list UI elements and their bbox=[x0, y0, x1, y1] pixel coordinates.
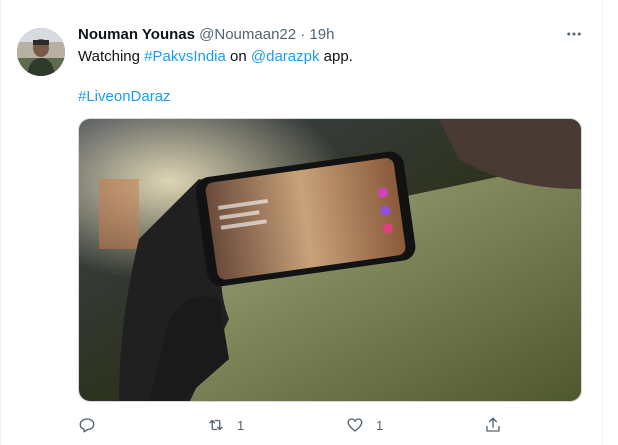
tweet-text-line2: #LiveonDaraz bbox=[78, 87, 171, 107]
tweet-text-line1: Watching #PakvsIndia on @darazpk app. bbox=[78, 47, 353, 67]
like-button[interactable]: 1 bbox=[346, 413, 383, 437]
author-handle[interactable]: @Noumaan22 bbox=[199, 26, 296, 43]
more-icon[interactable] bbox=[562, 22, 586, 46]
heart-icon bbox=[347, 418, 363, 432]
tweet-actions: 1 1 bbox=[78, 413, 508, 437]
tweet-text-before: Watching bbox=[78, 48, 145, 65]
hashtag-pakvsindia[interactable]: #PakvsIndia bbox=[144, 48, 226, 65]
tweet-text-mid: on bbox=[225, 48, 251, 65]
reply-icon bbox=[79, 418, 95, 433]
retweet-icon bbox=[209, 419, 223, 431]
separator-dot: · bbox=[300, 26, 306, 43]
tweet-header: Nouman Younas @Noumaan22 · 19h bbox=[78, 25, 334, 45]
mention-darazpk[interactable]: @darazpk bbox=[251, 48, 320, 65]
avatar-photo bbox=[17, 28, 65, 76]
photo-phone-in-hand bbox=[79, 119, 581, 401]
tweet-media-photo[interactable] bbox=[78, 118, 582, 402]
like-count: 1 bbox=[376, 417, 384, 433]
share-icon bbox=[486, 417, 500, 432]
hashtag-liveondaraz[interactable]: #LiveonDaraz bbox=[78, 88, 171, 105]
reply-button[interactable] bbox=[78, 413, 108, 437]
avatar[interactable] bbox=[17, 28, 65, 76]
tweet-text-after: app. bbox=[319, 48, 353, 65]
share-button[interactable] bbox=[484, 413, 514, 437]
author-name[interactable]: Nouman Younas bbox=[78, 26, 195, 43]
tweet-timestamp[interactable]: 19h bbox=[309, 26, 334, 43]
retweet-count: 1 bbox=[237, 417, 245, 433]
more-horizontal-icon bbox=[567, 32, 581, 36]
retweet-button[interactable]: 1 bbox=[207, 413, 244, 437]
tweet[interactable]: Nouman Younas @Noumaan22 · 19h Watching … bbox=[0, 0, 603, 445]
